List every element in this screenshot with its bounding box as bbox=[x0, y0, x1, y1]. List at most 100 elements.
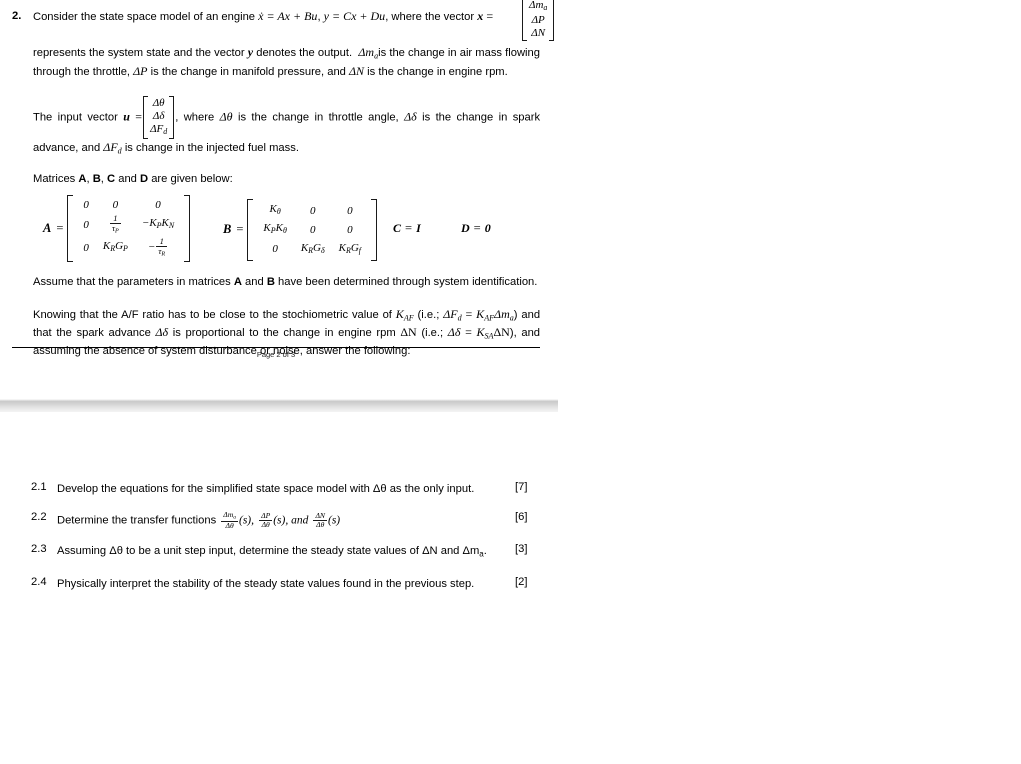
eq2-equals: = bbox=[465, 325, 472, 340]
transfer-function-3-after: (s) bbox=[328, 514, 341, 527]
matrix-B-cell-23: 0 bbox=[347, 224, 353, 236]
matrix-B-row-2: KPKθ 0 0 bbox=[256, 220, 368, 239]
matrix-B-cell-32-sub-2: δ bbox=[320, 245, 325, 255]
input-vector-row-2: Δδ bbox=[152, 110, 165, 123]
knowing-text-2: (i.e.; bbox=[417, 308, 440, 321]
subquestion-2-1-marks: [7] bbox=[515, 481, 528, 493]
matrix-B-cell-21: KPKθ bbox=[263, 222, 287, 236]
knowing-text-5: (i.e.; bbox=[421, 327, 444, 340]
matrix-A-cell-33-minus: − bbox=[147, 241, 156, 254]
input-text-5: is change in the injected fuel mass. bbox=[124, 142, 299, 155]
dma-symbol: Δm bbox=[358, 45, 375, 59]
state-desc-text-2: denotes the output. bbox=[256, 47, 353, 59]
state-desc-text-4: is the change in manifold pressure, and bbox=[150, 65, 346, 78]
matrix-B-cell-11-sub: θ bbox=[276, 207, 281, 217]
state-vector-wrap: Δma ΔP ΔN bbox=[521, 0, 555, 42]
page-footer: Page 2 of 3 bbox=[256, 350, 296, 359]
subquestion-2-1: 2.1 Develop the equations for the simpli… bbox=[31, 481, 541, 497]
matrix-A-cell-32: KRGP bbox=[102, 240, 128, 254]
transfer-function-2-after: (s), and bbox=[273, 514, 309, 527]
KAF-symbol: K bbox=[395, 306, 404, 321]
subquestion-2-1-text: Develop the equations for the simplified… bbox=[57, 483, 475, 495]
eq-KAF-sub: AF bbox=[484, 312, 495, 322]
matrix-A-cell-22-denominator: τP bbox=[111, 223, 119, 235]
matrix-A-cell-11: 0 bbox=[83, 199, 89, 212]
state-vector-symbol: x bbox=[477, 9, 484, 23]
dFd-subscript: d bbox=[117, 146, 122, 156]
assume-and: and bbox=[245, 276, 264, 289]
matrix-A-cell-13: 0 bbox=[155, 199, 161, 212]
intro-paragraph: Consider the state space model of an eng… bbox=[33, 0, 555, 43]
matrix-A: A = 0 0 0 0 1 τP −KPKN 0 KRGP − 1 τR bbox=[43, 195, 190, 262]
input-text-3: is the change in throttle angle, bbox=[237, 111, 399, 124]
input-text-1: The input vector bbox=[33, 111, 118, 124]
matrix-A-row-3: 0 KRGP − 1 τR bbox=[76, 236, 181, 259]
matrix-C-equals: = bbox=[405, 221, 413, 236]
matrix-B: B = Kθ 0 0 KPKθ 0 0 0 KRGδ KRGf bbox=[223, 199, 377, 261]
matrix-D-value: 0 bbox=[484, 221, 491, 236]
matrix-A-cell-23-sub-2: N bbox=[168, 221, 175, 231]
subquestion-2-4-text: Physically interpret the stability of th… bbox=[57, 578, 475, 591]
page-separator-band bbox=[0, 399, 558, 412]
input-vector-row-1: Δθ bbox=[152, 97, 165, 110]
state-desc-text-1: represents the system state and the vect… bbox=[33, 47, 245, 59]
eq-equals: = bbox=[465, 306, 473, 321]
state-vector-row-1-sub: a bbox=[543, 3, 548, 13]
subquestion-2-3-text: Assuming Δθ to be a unit step input, det… bbox=[57, 543, 509, 562]
eq-dFd: ΔF bbox=[443, 306, 458, 321]
matrix-C-label: C bbox=[393, 221, 402, 236]
state-desc-text-5: is the change in engine rpm. bbox=[367, 65, 508, 78]
footer-divider bbox=[12, 347, 540, 348]
matrix-A-cell-23: −KPKN bbox=[141, 217, 175, 231]
matrix-B-cell-13: 0 bbox=[347, 204, 353, 217]
matrix-B-cell-32: KRGδ bbox=[300, 241, 325, 255]
input-vector-symbol: u bbox=[123, 109, 130, 124]
matrix-A-cell-12: 0 bbox=[112, 199, 119, 212]
matrices-intro-text-1: Matrices bbox=[33, 172, 76, 185]
matrix-B-row-1: Kθ 0 0 bbox=[256, 201, 368, 220]
state-equation-1: ẋ = Ax + Bu bbox=[258, 9, 318, 23]
subquestion-2-4: 2.4 Physically interpret the stability o… bbox=[31, 576, 541, 592]
subquestion-2-2-text: Determine the transfer functions Δma Δθ … bbox=[57, 511, 501, 530]
matrix-B-cell-33-sub-2: f bbox=[358, 245, 361, 255]
eq-KAF: K bbox=[476, 306, 485, 321]
knowing-ddelta: Δδ bbox=[155, 325, 169, 340]
matrix-A-cell-33-den-sub: R bbox=[161, 252, 166, 259]
matrix-A-row-1: 0 0 0 bbox=[76, 197, 181, 213]
matrix-A-cell-32-sub-2: P bbox=[123, 244, 128, 254]
intro-text-before: Consider the state space model of an eng… bbox=[33, 11, 256, 23]
ddelta-symbol: Δδ bbox=[404, 109, 417, 124]
question-2-block: 2. Consider the state space model of an … bbox=[12, 0, 555, 360]
matrix-A-cell-22-den-sub: P bbox=[115, 228, 119, 235]
eq2-dN: ΔN bbox=[493, 325, 510, 340]
matrix-B-cell-31: 0 bbox=[272, 243, 278, 256]
matrix-B-equals: = bbox=[236, 222, 244, 237]
matrices-sep-2: , bbox=[100, 172, 104, 185]
assume-matrix-A: A bbox=[233, 276, 242, 289]
question-number: 2. bbox=[12, 10, 22, 22]
assume-paragraph: Assume that the parameters in matrices A… bbox=[33, 275, 540, 291]
input-vector-row-3: ΔFd bbox=[150, 123, 168, 137]
state-vector-row-2: ΔP bbox=[531, 14, 545, 27]
knowing-dN: ΔN bbox=[400, 325, 417, 340]
input-vector-wrap: Δθ Δδ ΔFd bbox=[142, 96, 175, 140]
subquestion-2-4-marks: [2] bbox=[515, 576, 528, 589]
input-vector-row-3-sub: d bbox=[163, 127, 168, 137]
transfer-function-2-denominator: Δθ bbox=[261, 520, 270, 530]
subquestion-2-2-id: 2.2 bbox=[31, 511, 47, 523]
subquestion-2-2-marks: [6] bbox=[515, 511, 528, 523]
eq-dma: Δm bbox=[494, 306, 510, 321]
matrices-row: A = 0 0 0 0 1 τP −KPKN 0 KRGP − 1 τR B =… bbox=[33, 195, 540, 262]
subquestion-2-3-marks: [3] bbox=[515, 543, 528, 556]
matrix-B-cell-33: KRGf bbox=[338, 241, 361, 255]
subquestion-2-1-id: 2.1 bbox=[31, 481, 47, 493]
eq-dFd-sub: d bbox=[457, 312, 462, 322]
subquestion-2-2-text-before: Determine the transfer functions bbox=[57, 514, 217, 527]
transfer-function-2: ΔP Δθ bbox=[259, 512, 273, 530]
subquestion-2-4-id: 2.4 bbox=[31, 576, 47, 589]
matrix-B-cell-11: Kθ bbox=[269, 203, 281, 217]
matrix-B-cell-21-sub-2: θ bbox=[282, 226, 287, 236]
knowing-text-1: Knowing that the A/F ratio has to be clo… bbox=[33, 308, 392, 321]
assume-text-2: have been determined through system iden… bbox=[278, 276, 538, 289]
matrices-intro-text-2: are given below: bbox=[151, 172, 233, 185]
